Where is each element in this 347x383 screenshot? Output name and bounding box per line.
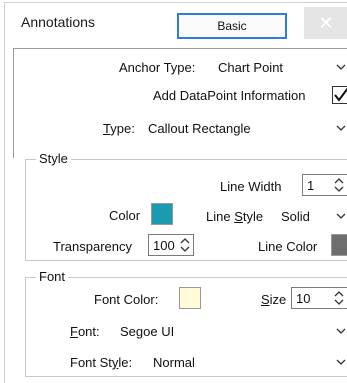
font-size-value: 10 [296,290,311,306]
font-select[interactable]: Segoe UI [116,320,347,342]
chevron-down-icon [334,354,347,370]
add-datapoint-checkbox[interactable] [332,86,347,104]
spinner-arrows-icon[interactable] [333,177,345,193]
type-select[interactable]: Callout Rectangle [144,117,347,139]
color-swatch[interactable] [151,203,173,225]
type-value: Callout Rectangle [148,120,251,136]
tab-basic[interactable]: Basic [177,13,287,39]
font-group-title: Font [36,269,69,284]
font-style-label: Font Style: [70,355,133,370]
font-color-label: Font Color: [94,292,159,307]
line-width-label: Line Width [220,179,282,194]
size-label: Size [261,292,287,307]
tab-annotations[interactable]: Annotations [21,14,95,30]
font-size-spinner[interactable]: 10 [291,287,347,309]
close-icon: ✕ [318,12,334,33]
line-color-label: Line Color [258,239,318,254]
font-value: Segoe UI [120,323,175,339]
chevron-down-icon [334,208,347,224]
font-style-select[interactable]: Normal [149,351,347,373]
line-style-value: Solid [281,208,310,224]
line-color-swatch[interactable] [331,234,347,256]
chevron-down-icon [334,323,347,339]
chevron-down-icon [334,59,347,75]
anchor-type-select[interactable]: Chart Point [214,56,347,78]
line-width-spinner[interactable]: 1 [302,174,347,196]
panel-left-border [13,48,14,158]
font-label: Font: [70,324,100,339]
anchor-type-value: Chart Point [218,59,284,75]
checkmark-icon [334,87,347,102]
tab-strip: Annotations Basic ✕ [5,3,347,43]
spinner-arrows-icon[interactable] [333,290,345,306]
font-color-swatch[interactable] [179,287,201,309]
line-style-select[interactable]: Solid [277,205,347,227]
annotation-properties-panel: Annotations Basic ✕ Anchor Type: Chart P… [4,2,347,383]
transparency-label: Transparency [53,239,132,254]
type-label: Type: [103,121,135,136]
transparency-spinner[interactable]: 100 [148,234,194,256]
add-datapoint-label: Add DataPoint Information [153,88,306,103]
spinner-arrows-icon[interactable] [179,237,191,253]
close-button[interactable]: ✕ [304,7,347,39]
panel-top-border [13,48,347,49]
line-style-label: Line Style [206,209,264,224]
anchor-type-label: Anchor Type: [119,60,196,75]
chevron-down-icon [334,120,347,136]
transparency-value: 100 [153,237,175,253]
font-style-value: Normal [153,354,195,370]
color-label: Color [109,208,141,223]
line-width-value: 1 [307,177,315,193]
style-group-title: Style [36,151,71,166]
